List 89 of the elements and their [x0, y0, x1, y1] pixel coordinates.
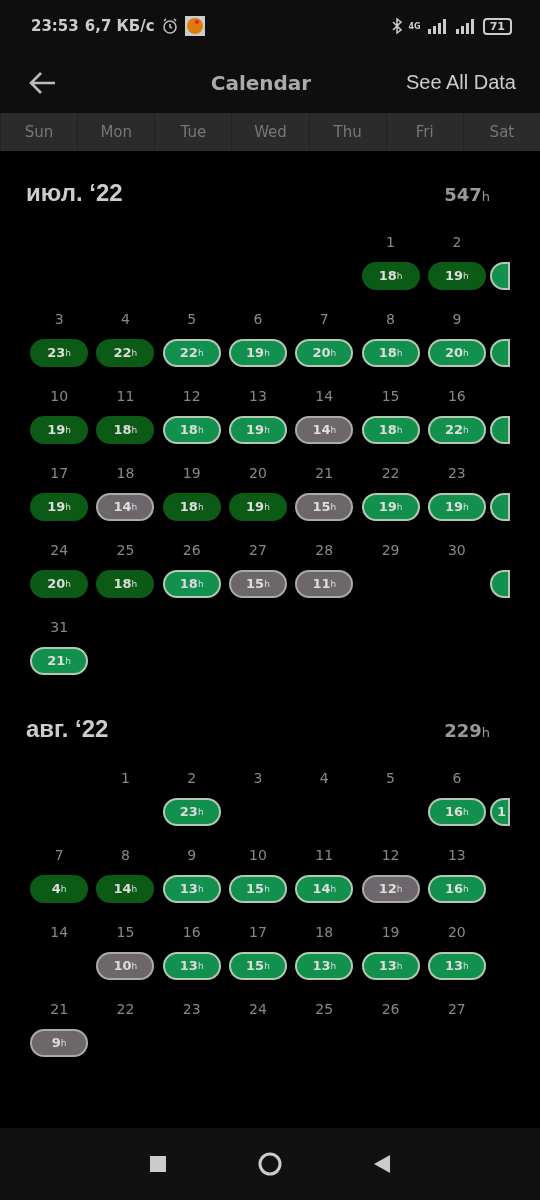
day-number[interactable]: 23	[182, 1000, 201, 1019]
day-number[interactable]: 17	[249, 923, 267, 942]
day-number[interactable]: 7	[319, 310, 329, 329]
sleep-hours-pill[interactable]	[490, 338, 510, 367]
day-number[interactable]: 10	[50, 387, 69, 406]
day-number[interactable]: 19	[381, 923, 400, 942]
day-number[interactable]: 10	[249, 846, 267, 865]
day-number[interactable]: 13	[447, 846, 466, 865]
day-number[interactable]: 15	[116, 923, 135, 942]
weekday-label: Wed	[231, 113, 309, 151]
day-number[interactable]: 5	[187, 310, 197, 329]
recents-icon[interactable]	[149, 1155, 167, 1173]
day-number[interactable]: 11	[315, 846, 334, 865]
day-number[interactable]: 9	[187, 846, 197, 865]
signal-icon	[454, 18, 477, 34]
see-all-data-button[interactable]: See All Data	[405, 71, 516, 94]
network-speed: 6,7 КБ/с	[84, 17, 155, 35]
signal-icon	[426, 18, 449, 34]
month-title: авг. ‘22	[26, 715, 109, 743]
sleep-hours-pill[interactable]	[490, 569, 510, 598]
day-number[interactable]: 9	[452, 310, 462, 329]
day-number[interactable]: 27	[249, 541, 267, 560]
day-number[interactable]: 24	[249, 1000, 267, 1019]
day-number[interactable]: 6	[253, 310, 263, 329]
day-number[interactable]: 11	[116, 387, 135, 406]
day-number[interactable]: 20	[249, 464, 267, 483]
weekday-label: Fri	[385, 113, 463, 151]
day-number[interactable]: 30	[447, 541, 466, 560]
status-time: 23:53	[31, 17, 79, 35]
day-number[interactable]: 1	[386, 233, 395, 252]
day-number[interactable]: 14	[50, 923, 69, 942]
weekday-label: Thu	[308, 113, 386, 151]
day-number[interactable]: 4	[120, 310, 130, 329]
day-number[interactable]: 7	[54, 846, 64, 865]
app-icon	[184, 16, 205, 36]
day-number[interactable]: 25	[315, 1000, 334, 1019]
day-number[interactable]: 17	[50, 464, 69, 483]
day-number[interactable]: 21	[315, 464, 334, 483]
day-number[interactable]: 28	[315, 541, 334, 560]
day-number[interactable]: 18	[116, 464, 135, 483]
day-number[interactable]: 20	[447, 923, 466, 942]
day-number[interactable]: 2	[452, 233, 462, 252]
battery-level: 71	[482, 17, 512, 35]
day-number[interactable]: 1	[120, 769, 130, 788]
day-number[interactable]: 16	[447, 387, 466, 406]
weekday-label: Tue	[154, 113, 232, 151]
day-number[interactable]: 15	[381, 387, 400, 406]
network-type: 4G	[408, 21, 421, 31]
day-number[interactable]: 12	[381, 846, 400, 865]
day-number[interactable]: 31	[50, 618, 69, 637]
day-number[interactable]: 5	[386, 769, 395, 788]
alarm-icon	[160, 17, 179, 35]
weekday-label: Sun	[0, 113, 78, 151]
day-number[interactable]: 21	[50, 1000, 69, 1019]
day-number[interactable]: 6	[452, 769, 462, 788]
day-number[interactable]: 19	[182, 464, 201, 483]
sleep-hours-pill[interactable]	[490, 415, 510, 444]
day-number[interactable]: 8	[120, 846, 130, 865]
back-button[interactable]	[28, 70, 56, 95]
day-number[interactable]: 8	[386, 310, 395, 329]
day-number[interactable]: 12	[182, 387, 201, 406]
weekday-label: Sat	[462, 113, 540, 151]
weekday-label: Mon	[77, 113, 155, 151]
day-number[interactable]: 13	[249, 387, 267, 406]
day-number[interactable]: 2	[187, 769, 197, 788]
month-title: июл. ‘22	[26, 179, 123, 207]
day-number[interactable]: 23	[447, 464, 466, 483]
day-number[interactable]: 26	[182, 541, 201, 560]
day-number[interactable]: 27	[447, 1000, 466, 1019]
back-icon[interactable]	[373, 1154, 391, 1174]
day-number[interactable]: 29	[381, 541, 400, 560]
day-number[interactable]: 14	[315, 387, 334, 406]
day-number[interactable]: 26	[381, 1000, 400, 1019]
sleep-hours-pill[interactable]	[490, 261, 510, 290]
day-number[interactable]: 4	[319, 769, 329, 788]
day-number[interactable]: 24	[50, 541, 69, 560]
day-number[interactable]: 3	[54, 310, 64, 329]
day-number[interactable]: 16	[182, 923, 201, 942]
sleep-hours-pill[interactable]	[490, 492, 510, 521]
day-number[interactable]: 25	[116, 541, 135, 560]
screen-title: Calendar	[209, 70, 313, 95]
day-number[interactable]: 3	[253, 769, 263, 788]
day-number[interactable]: 22	[116, 1000, 135, 1019]
back-arrow-icon	[28, 70, 56, 95]
day-number[interactable]: 18	[315, 923, 334, 942]
bluetooth-icon	[390, 17, 403, 35]
sleep-hours-pill[interactable]: 1	[490, 797, 510, 826]
day-number[interactable]: 22	[381, 464, 400, 483]
home-icon[interactable]	[257, 1151, 283, 1177]
